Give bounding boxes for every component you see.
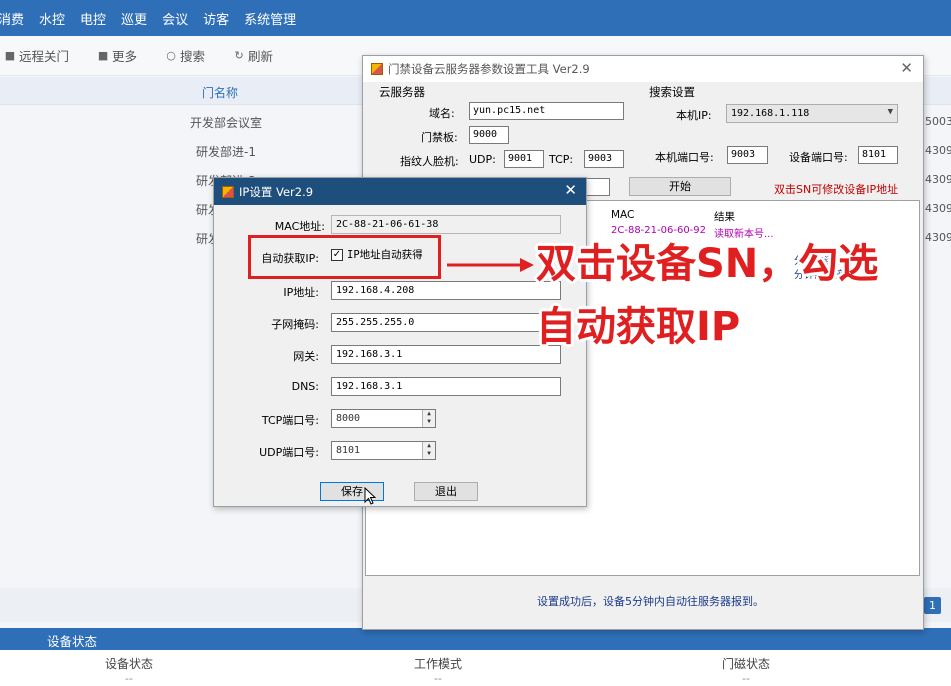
subnet-mask-label: 子网掩码:: [271, 318, 319, 331]
device-status-values: -- -- --: [0, 672, 951, 686]
exit-button[interactable]: 退出: [414, 482, 478, 501]
gateway-label: 网关:: [293, 350, 319, 363]
server-group-label: 云服务器: [377, 84, 427, 100]
local-port-input[interactable]: 9003: [727, 146, 768, 164]
door-name-column-header[interactable]: 门名称: [190, 84, 250, 101]
footer-note: 设置成功后，设备5分钟内自动往服务器报到。: [537, 595, 764, 608]
search-settings-label: 搜索设置: [647, 84, 697, 100]
ip-dialog-titlebar[interactable]: IP设置 Ver2.9 ✕: [214, 178, 586, 205]
dns-label: DNS:: [291, 380, 319, 393]
result-column-header: 结果: [714, 211, 735, 223]
row-right-value: 4309: [925, 202, 951, 215]
more-icon: ■: [97, 49, 109, 62]
domain-input[interactable]: yun.pc15.net: [469, 102, 624, 120]
annotation-line-2: 自动获取IP: [536, 304, 741, 350]
work-mode-value: --: [434, 672, 442, 685]
work-mode-column: 工作模式: [414, 657, 463, 671]
mouse-cursor-icon: [364, 487, 377, 505]
device-mac-cell: 2C-88-21-06-60-92: [611, 225, 707, 236]
app-icon: [222, 185, 234, 198]
door-board-label: 门禁板:: [421, 131, 458, 144]
nav-item-patrol[interactable]: 巡更: [121, 9, 147, 28]
mac-label: MAC地址:: [274, 220, 325, 233]
tcp-port-value: 8000: [336, 413, 361, 424]
udp-port-label: UDP端口号:: [259, 446, 319, 459]
chevron-down-icon: ▼: [887, 107, 893, 117]
nav-item-electric[interactable]: 电控: [80, 9, 106, 28]
row-right-value: 4309: [925, 231, 951, 244]
gateway-field[interactable]: 192.168.3.1: [331, 345, 561, 364]
door-name-cell: 研发部进-1: [196, 145, 256, 159]
ip-address-field[interactable]: 192.168.4.208: [331, 281, 561, 300]
nav-item-meeting[interactable]: 会议: [162, 9, 188, 28]
tcp-label: TCP:: [549, 153, 574, 166]
door-sensor-value: --: [742, 672, 750, 685]
udp-port-stepper[interactable]: 8101 ▲ ▼: [331, 441, 436, 460]
remote-close-door-label: 远程关门: [19, 49, 70, 64]
ip-address-label: IP地址:: [283, 286, 319, 299]
tcp-port-label: TCP端口号:: [261, 414, 319, 427]
nav-item-water[interactable]: 水控: [39, 9, 65, 28]
search-icon: ○: [166, 49, 176, 62]
device-status-column: 设备状态: [105, 657, 154, 671]
subnet-mask-field[interactable]: 255.255.255.0: [331, 313, 561, 332]
cloud-tool-title: 门禁设备云服务器参数设置工具 Ver2.9: [388, 62, 590, 76]
local-ip-select[interactable]: 192.168.1.118 ▼: [726, 104, 898, 123]
row-right-value: 4309: [925, 144, 951, 157]
pagination-current-page[interactable]: 1: [924, 597, 941, 614]
ip-settings-dialog: IP设置 Ver2.9 ✕ MAC地址: 2C-88-21-06-61-38 自…: [213, 177, 587, 507]
face-machine-label: 指纹人脸机:: [400, 155, 459, 168]
door-name-cell: 开发部会议室: [190, 116, 263, 130]
close-icon[interactable]: ✕: [900, 59, 913, 77]
cloud-tool-titlebar[interactable]: 门禁设备云服务器参数设置工具 Ver2.9 ✕: [363, 56, 923, 82]
door-sensor-column: 门磁状态: [722, 657, 771, 671]
stepper-arrows-icon[interactable]: ▲ ▼: [422, 442, 435, 459]
remote-close-door-button[interactable]: ■ 远程关门: [4, 46, 69, 65]
tcp-port-input[interactable]: 9003: [584, 150, 624, 168]
annotation-line-1: 双击设备SN，勾选: [536, 241, 879, 287]
door-board-port-input[interactable]: 9000: [469, 126, 509, 144]
double-click-hint: 双击SN可修改设备IP地址: [774, 183, 899, 196]
device-port-label: 设备端口号:: [789, 151, 848, 164]
search-button[interactable]: ○ 搜索: [165, 46, 205, 65]
nav-item-visitor[interactable]: 访客: [203, 9, 229, 28]
udp-port-value: 8101: [336, 445, 361, 456]
refresh-label: 刷新: [248, 49, 274, 64]
refresh-button[interactable]: ↻ 刷新: [233, 46, 273, 65]
more-label: 更多: [112, 49, 138, 64]
device-status-header: 设备状态 工作模式 门磁状态: [0, 650, 951, 672]
local-port-label: 本机端口号:: [655, 151, 714, 164]
udp-label: UDP:: [469, 153, 496, 166]
nav-item-consume[interactable]: 消费: [0, 9, 24, 28]
mac-column-header: MAC: [611, 209, 635, 221]
row-right-value: 5003: [925, 115, 951, 128]
device-status-value: --: [125, 672, 133, 685]
close-icon[interactable]: ✕: [564, 181, 577, 199]
row-right-value: 4309: [925, 173, 951, 186]
search-label: 搜索: [180, 49, 206, 64]
highlight-frame: [248, 235, 441, 279]
refresh-icon: ↻: [234, 49, 244, 62]
ip-dialog-title: IP设置 Ver2.9: [239, 184, 314, 199]
local-ip-label: 本机IP:: [676, 109, 712, 122]
tcp-port-stepper[interactable]: 8000 ▲ ▼: [331, 409, 436, 428]
mac-field: 2C-88-21-06-61-38: [331, 215, 561, 234]
device-status-bar: 设备状态: [0, 628, 951, 650]
top-navigation: 消费 水控 电控 巡更 会议 访客 系统管理: [0, 0, 951, 36]
app-icon: [371, 63, 383, 75]
device-port-input[interactable]: 8101: [858, 146, 898, 164]
udp-port-input[interactable]: 9001: [504, 150, 544, 168]
more-button[interactable]: ■ 更多: [97, 46, 137, 65]
door-icon: ■: [4, 49, 16, 62]
stepper-arrows-icon[interactable]: ▲ ▼: [422, 410, 435, 427]
dns-field[interactable]: 192.168.3.1: [331, 377, 561, 396]
domain-label: 域名:: [429, 107, 455, 120]
nav-item-system[interactable]: 系统管理: [244, 9, 296, 28]
device-status-title: 设备状态: [47, 634, 98, 649]
start-button[interactable]: 开始: [629, 177, 731, 196]
local-ip-value: 192.168.1.118: [731, 108, 810, 119]
